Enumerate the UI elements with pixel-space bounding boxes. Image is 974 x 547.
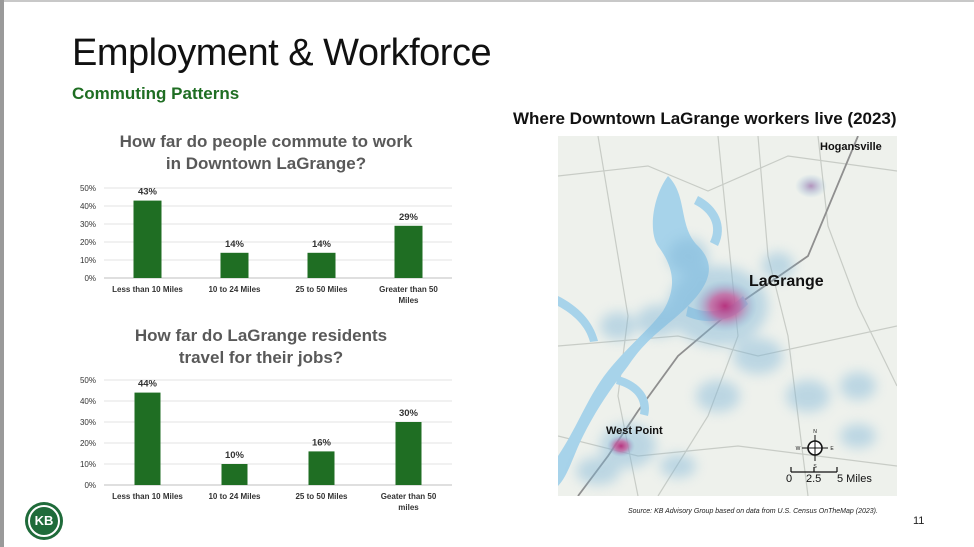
data-label: 16%	[312, 437, 332, 448]
bar	[394, 225, 423, 278]
data-label: 44%	[138, 379, 158, 390]
y-tick-label: 0%	[84, 481, 96, 490]
slide: Employment & Workforce Commuting Pattern…	[0, 0, 974, 547]
chart-title-line: in Downtown LaGrange?	[166, 154, 366, 173]
y-tick-label: 20%	[80, 238, 96, 247]
y-tick-label: 50%	[80, 184, 96, 193]
category-label: Less than 10 Miles	[112, 285, 183, 294]
y-tick-label: 30%	[80, 418, 96, 427]
bar	[133, 200, 162, 278]
chart-title-line: How far do people commute to work	[120, 132, 413, 151]
source-note: Source: KB Advisory Group based on data …	[628, 508, 878, 515]
west-point-hotspot	[607, 435, 635, 457]
data-label: 14%	[312, 239, 332, 250]
kb-logo: KB	[25, 502, 63, 540]
page-subtitle: Commuting Patterns	[72, 84, 240, 103]
data-label: 10%	[225, 450, 245, 461]
y-tick-label: 40%	[80, 202, 96, 211]
category-label: Miles	[398, 296, 419, 305]
page-title: Employment & Workforce	[72, 32, 492, 74]
scale-label-mid: 2.5	[806, 473, 822, 485]
bar	[134, 392, 161, 485]
bar	[220, 252, 249, 278]
data-label: 29%	[399, 212, 419, 223]
category-label: Geater than 50	[381, 492, 437, 501]
scale-label-end: 5 Miles	[837, 473, 872, 485]
category-label: Less than 10 Miles	[112, 492, 183, 501]
map-label-west-point: West Point	[606, 425, 663, 437]
map-title: Where Downtown LaGrange workers live (20…	[513, 109, 897, 128]
bar	[308, 451, 335, 485]
category-label: 25 to 50 Miles	[295, 492, 348, 501]
scale-label-zero: 0	[786, 473, 793, 485]
category-label: miles	[398, 503, 419, 512]
map-label-hogansville: Hogansville	[820, 141, 882, 153]
y-tick-label: 10%	[80, 256, 96, 265]
page-number: 11	[913, 515, 925, 527]
y-tick-label: 0%	[84, 274, 96, 283]
chart-title-line: travel for their jobs?	[179, 348, 343, 367]
category-label: 10 to 24 Miles	[208, 285, 261, 294]
compass-w: W	[796, 446, 801, 452]
category-label: 10 to 24 Miles	[208, 492, 261, 501]
commute-to-downtown-chart: How far do people commute to work in Down…	[80, 132, 452, 305]
y-tick-label: 40%	[80, 397, 96, 406]
category-label: Greater than 50	[379, 285, 438, 294]
y-tick-label: 10%	[80, 460, 96, 469]
compass-n: N	[813, 429, 817, 435]
y-tick-label: 50%	[80, 376, 96, 385]
data-label: 14%	[225, 239, 245, 250]
y-tick-label: 30%	[80, 220, 96, 229]
map-label-lagrange: LaGrange	[749, 273, 824, 290]
left-border	[0, 0, 4, 547]
lagrange-hotspot	[693, 280, 757, 332]
bar	[221, 464, 248, 485]
residents-travel-chart: How far do LaGrange residents travel for …	[80, 326, 452, 512]
data-label: 43%	[138, 187, 158, 198]
top-border	[0, 0, 974, 2]
bar	[395, 422, 422, 485]
data-label: 30%	[399, 408, 419, 419]
y-tick-label: 20%	[80, 439, 96, 448]
logo-text: KB	[34, 513, 54, 528]
hogansville-hotspot	[795, 174, 827, 198]
category-label: 25 to 50 Miles	[295, 285, 348, 294]
heat-map: N S E W Hogansville LaGrange West Point …	[558, 136, 897, 496]
map-canvas: N S E W	[558, 136, 897, 496]
chart-title-line: How far do LaGrange residents	[135, 326, 387, 345]
bar	[307, 252, 336, 278]
